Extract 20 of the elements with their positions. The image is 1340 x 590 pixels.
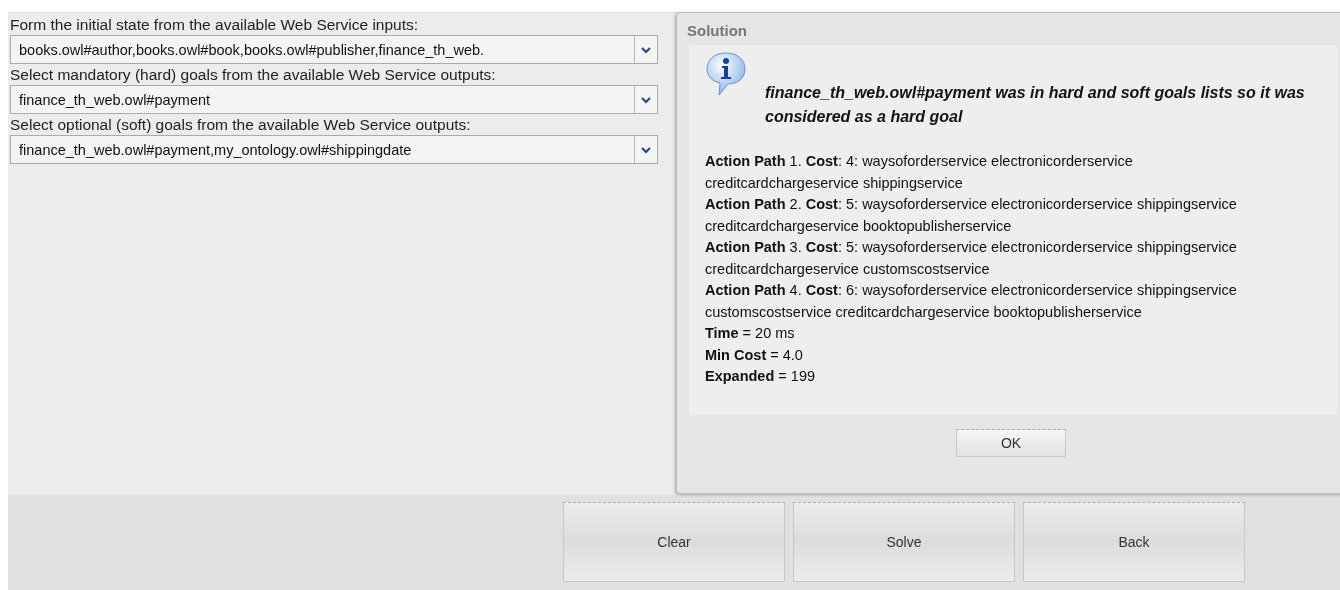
dialog-title: Solution (686, 21, 748, 41)
action-button[interactable]: Clear (563, 502, 785, 582)
result-line: Action Path 4. Cost: 6: waysoforderservice electronicorderservice shippingservice customscostservice creditcardchargeservice booktopublisherservice (705, 281, 1238, 322)
result-line: Min Cost = 4.0 (705, 345, 804, 365)
field-label: Form the initial state from the available Web Service inputs: (10, 15, 420, 34)
action-button[interactable]: Solve (793, 502, 1015, 582)
action-button[interactable]: Back (1023, 502, 1245, 582)
dropdown-field[interactable]: books.owl#author,books.owl#book,books.owl#publisher,finance_th_web. (10, 35, 658, 64)
result-line: Action Path 3. Cost: 5: waysoforderservice electronicorderservice shippingservice creditcardchargeservice customscostservice (705, 238, 1238, 279)
ok-button[interactable]: OK (956, 429, 1066, 457)
dropdown-field[interactable]: finance_th_web.owl#payment (10, 85, 658, 114)
result-line: Action Path 2. Cost: 5: waysoforderservice electronicorderservice shippingservice creditcardchargeservice booktopublisherservice (705, 195, 1238, 236)
dropdown-field[interactable]: finance_th_web.owl#payment,my_ontology.owl#shippingdate (10, 135, 658, 164)
result-line: Action Path 1. Cost: 4: waysoforderservice electronicorderservice creditcardchargeservice shippingservice (705, 152, 1134, 193)
result-line: Expanded = 199 (705, 367, 816, 386)
field-label: Select optional (soft) goals from the available Web Service outputs: (10, 115, 472, 134)
info-icon (705, 51, 747, 97)
field-label: Select mandatory (hard) goals from the available Web Service outputs: (10, 65, 497, 84)
dialog-message: finance_th_web.owl#payment was in hard and soft goals lists so it was considered as a hard goal (765, 83, 1305, 127)
result-line: Time = 20 ms (705, 324, 796, 343)
